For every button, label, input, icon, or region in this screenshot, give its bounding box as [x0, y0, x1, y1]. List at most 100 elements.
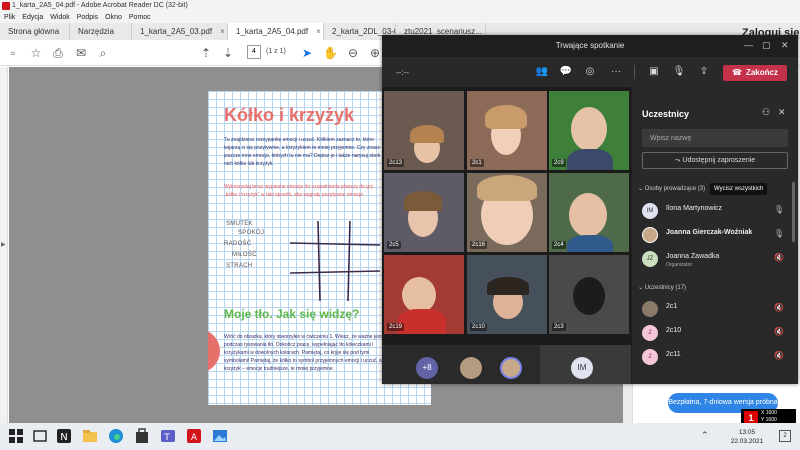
video-tile[interactable]: 2c5 [384, 173, 464, 252]
panel-scrollbar[interactable] [792, 182, 795, 242]
active-speaker-avatar[interactable] [500, 357, 522, 379]
zoom-in-icon[interactable]: ⊕ [368, 46, 382, 60]
self-avatar[interactable]: IM [571, 357, 593, 379]
participant-face [571, 107, 607, 151]
acrobat-taskbar-icon[interactable]: A [185, 427, 203, 445]
participant-hair [487, 277, 529, 295]
close-icon[interactable]: ✕ [781, 40, 789, 51]
more-options-icon[interactable]: ··· [608, 64, 624, 80]
page-up-icon[interactable]: ⇡ [199, 46, 213, 60]
page-down-icon[interactable]: ⇣ [221, 46, 235, 60]
zoom-out-icon[interactable]: ⊖ [346, 46, 360, 60]
share-invite-button[interactable]: ⤳ Udostępnij zaproszenie [642, 152, 788, 169]
microphone-icon[interactable]: 🎙 [774, 205, 784, 214]
windows-start-icon[interactable] [7, 427, 25, 445]
bookmark-star-icon[interactable]: ☆ [29, 46, 43, 60]
presenters-section-header[interactable]: ⌄ Osoby prowadzące (3) [638, 185, 705, 192]
video-tile[interactable]: 2c13 [384, 91, 464, 170]
mic-muted-icon[interactable]: 🔇 [774, 351, 784, 360]
menu-podpis[interactable]: Podpis [77, 12, 98, 23]
participant-row[interactable]: 2c1 🔇 [640, 299, 790, 321]
video-tile[interactable]: 2c16 [467, 173, 547, 252]
mic-muted-icon[interactable]: 🔇 [774, 303, 784, 312]
photos-app-icon[interactable] [211, 427, 229, 445]
mic-muted-icon[interactable]: 🔇 [774, 253, 784, 262]
meeting-title: Trwające spotkanie [555, 41, 625, 50]
mail-icon[interactable]: ✉ [74, 46, 88, 60]
minimize-icon[interactable]: — [744, 40, 753, 50]
chat-icon[interactable]: 💬 [558, 64, 574, 80]
participants-icon[interactable]: 👥 [534, 64, 550, 80]
video-tile[interactable]: 2c9 [549, 91, 629, 170]
participant-name: Joanna Zawadka [666, 253, 720, 260]
presenters-section-label: Osoby prowadzące (3) [644, 186, 706, 192]
emotion-word: SPOKÓJ [238, 230, 265, 236]
teams-app-icon[interactable]: T [159, 427, 177, 445]
menu-widok[interactable]: Widok [50, 12, 69, 23]
video-tile[interactable]: 2c4 [549, 173, 629, 252]
notion-app-icon[interactable]: N [55, 427, 73, 445]
share-screen-icon[interactable]: ⇪ [696, 64, 712, 80]
store-icon[interactable] [133, 427, 151, 445]
resolution-x: X 1600 [761, 410, 777, 416]
rooms-icon[interactable]: ◎ [582, 64, 598, 80]
teams-titlebar: Trwające spotkanie — ▢ ✕ [382, 35, 798, 57]
taskbar-clock[interactable]: 13:05 22.03.2021 [722, 428, 772, 446]
acrobat-titlebar: 1_karta_2A5_04.pdf - Adobe Acrobat Reade… [0, 0, 800, 12]
tab-doc-1[interactable]: 1_karta_2A5_03.pdf × [132, 23, 228, 40]
tile-label: 2c5 [387, 241, 401, 249]
clock-time: 13:05 [738, 429, 756, 436]
menu-plik[interactable]: Plik [4, 12, 15, 23]
close-icon[interactable]: × [220, 27, 225, 36]
participant-row[interactable]: JZ Joanna Zawadka Organizator 🔇 [640, 249, 790, 271]
participant-name: Joanna Gierczak-Woźniak [666, 229, 753, 236]
participant-search-input[interactable] [642, 129, 788, 147]
more-participants-button[interactable]: +8 [416, 357, 438, 379]
notification-center-icon[interactable]: 2 [779, 430, 791, 442]
participant-row[interactable]: 2 2c11 🔇 [640, 347, 790, 369]
search-icon[interactable]: ⌕ [96, 46, 110, 60]
file-explorer-icon[interactable] [81, 427, 99, 445]
select-cursor-icon[interactable]: ➤ [300, 46, 314, 60]
close-panel-icon[interactable]: ✕ [778, 107, 786, 118]
participant-hair [485, 105, 527, 129]
print-icon[interactable]: ⎙ [51, 46, 65, 60]
participant-row[interactable]: IM Ilona Martynowicz 🎙 [640, 201, 790, 223]
participant-row[interactable]: 2 2c10 🔇 [640, 323, 790, 345]
decorative-shape [208, 329, 220, 373]
attendees-section-header[interactable]: ⌄ Uczestnicy (17) [638, 284, 686, 291]
menu-pomoc[interactable]: Pomoc [129, 12, 151, 23]
end-meeting-button[interactable]: ☎ Zakończ [723, 65, 787, 81]
tab-tools[interactable]: Narzędzia [70, 23, 132, 40]
task-view-icon[interactable] [31, 427, 49, 445]
menu-edycja[interactable]: Edycja [22, 12, 43, 23]
tab-home[interactable]: Strona główna [0, 23, 70, 40]
avatar: 2 [642, 325, 658, 341]
video-tile[interactable]: 2c19 [384, 255, 464, 334]
participant-face [402, 277, 436, 313]
overlay-text: X 1600 Y 1600 [761, 410, 777, 424]
page-number-input[interactable]: 4 [247, 45, 261, 59]
menu-okno[interactable]: Okno [105, 12, 122, 23]
video-tile[interactable]: 2c1 [467, 91, 547, 170]
mute-all-button[interactable]: Wycisz wszystkich [710, 183, 768, 195]
save-icon[interactable]: ▫ [6, 46, 20, 60]
clock-date: 22.03.2021 [730, 438, 764, 445]
microphone-icon[interactable]: 🎙 [671, 64, 687, 80]
mic-muted-icon[interactable]: 🔇 [774, 327, 784, 336]
tab-doc-2[interactable]: 1_karta_2A5_04.pdf × [228, 23, 324, 40]
left-panel-toggle[interactable]: ▶ [0, 67, 8, 423]
close-icon[interactable]: × [316, 27, 321, 36]
participant-avatar[interactable] [460, 357, 482, 379]
camera-off-icon[interactable]: ▣ [646, 64, 662, 80]
video-tile[interactable]: 2c10 [467, 255, 547, 334]
tab-label: 1_karta_2A5_04.pdf [236, 27, 309, 36]
video-tile[interactable]: 2c3 [549, 255, 629, 334]
microphone-icon[interactable]: 🎙 [774, 229, 784, 238]
maximize-icon[interactable]: ▢ [762, 40, 771, 51]
participant-settings-icon[interactable]: ⚇ [762, 107, 770, 118]
edge-browser-icon[interactable] [107, 427, 125, 445]
hand-tool-icon[interactable]: ✋ [323, 46, 338, 60]
chevron-up-icon[interactable]: ⌃ [701, 430, 709, 441]
participant-row[interactable]: Joanna Gierczak-Woźniak 🎙 [640, 225, 790, 247]
